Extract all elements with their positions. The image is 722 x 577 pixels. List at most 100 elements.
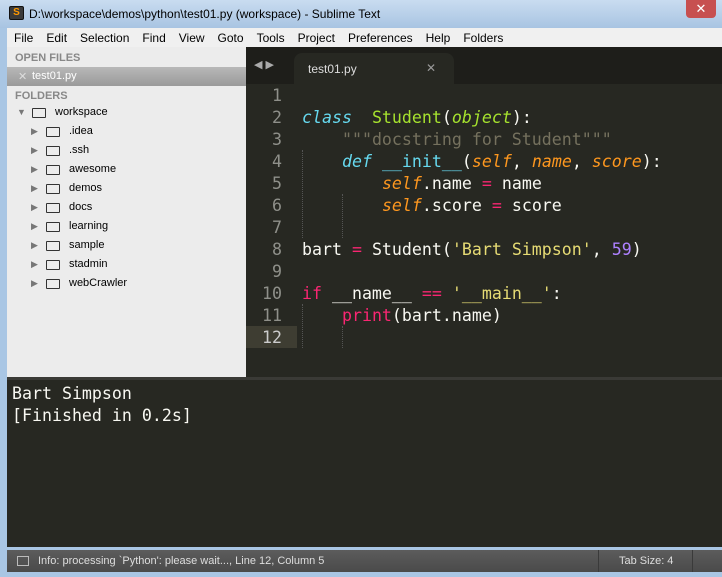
code-token: = xyxy=(351,240,362,259)
folder-item[interactable]: ▶ docs xyxy=(7,199,246,218)
output-line: [Finished in 0.2s] xyxy=(12,406,192,425)
folder-name: .idea xyxy=(69,125,93,137)
collapsed-arrow-icon[interactable]: ▶ xyxy=(31,278,38,289)
folder-name: demos xyxy=(69,182,103,194)
code-token: '__main__' xyxy=(451,284,552,303)
menu-help[interactable]: Help xyxy=(419,28,457,47)
folder-name: sample xyxy=(69,239,105,251)
folder-name: learning xyxy=(69,220,109,232)
collapsed-arrow-icon[interactable]: ▶ xyxy=(31,164,38,175)
expanded-arrow-icon[interactable]: ▼ xyxy=(17,107,26,117)
folder-name: docs xyxy=(69,201,93,213)
folder-item[interactable]: ▶ awesome xyxy=(7,161,246,180)
folder-icon xyxy=(46,184,60,194)
code-token: .name xyxy=(421,174,482,193)
menu-bar: File Edit Selection Find View Goto Tools Projec… xyxy=(7,28,722,47)
folder-item[interactable]: ▶ sample xyxy=(7,237,246,256)
code-token: == xyxy=(421,284,442,303)
code-token: __init__ xyxy=(381,152,462,171)
folder-item[interactable]: ▶ .idea xyxy=(7,123,246,142)
menu-tools[interactable]: Tools xyxy=(250,28,291,47)
collapsed-arrow-icon[interactable]: ▶ xyxy=(31,221,38,232)
collapsed-arrow-icon[interactable]: ▶ xyxy=(31,145,38,156)
folder-name: webCrawler xyxy=(69,277,128,289)
menu-folders[interactable]: Folders xyxy=(456,28,509,47)
folder-icon xyxy=(46,279,60,289)
collapsed-arrow-icon[interactable]: ▶ xyxy=(31,183,38,194)
tab-close-icon[interactable]: ✕ xyxy=(426,61,436,75)
code-token: ) xyxy=(631,240,642,259)
tab-size-selector[interactable]: Tab Size: 4 xyxy=(598,550,693,572)
code-line: class Student(object): xyxy=(302,107,532,129)
code-token: 'Bart Simpson' xyxy=(451,240,592,259)
code-token: , xyxy=(511,152,532,171)
menu-find[interactable]: Find xyxy=(135,28,171,47)
menu-project[interactable]: Project xyxy=(291,28,341,47)
line-number: 3 xyxy=(272,130,282,149)
line-number: 5 xyxy=(272,174,282,193)
folder-item[interactable]: ▶ stadmin xyxy=(7,256,246,275)
code-token: (bart.name) xyxy=(391,306,502,325)
line-number: 4 xyxy=(272,152,282,171)
code-token: bart xyxy=(302,240,352,259)
code-line: bart = Student('Bart Simpson', 59) xyxy=(302,239,642,261)
tab-test01[interactable]: test01.py ✕ xyxy=(294,53,454,84)
menu-file[interactable]: File xyxy=(7,28,39,47)
line-number: 8 xyxy=(272,240,282,259)
close-window-button[interactable]: ✕ xyxy=(686,0,716,18)
line-number: 1 xyxy=(272,86,282,105)
status-bar: Info: processing `Python': please wait..… xyxy=(7,550,722,572)
code-token: object xyxy=(451,108,512,127)
menu-selection[interactable]: Selection xyxy=(73,28,135,47)
menu-edit[interactable]: Edit xyxy=(39,28,73,47)
code-token: def xyxy=(341,152,372,171)
code-token: print xyxy=(341,306,392,325)
collapsed-arrow-icon[interactable]: ▶ xyxy=(31,126,38,137)
line-number: 6 xyxy=(272,196,282,215)
code-token: __name__ xyxy=(321,284,422,303)
window-title: D:\workspace\demos\python\test01.py (wor… xyxy=(29,7,381,21)
code-token: ): xyxy=(511,108,532,127)
panel-toggle-icon[interactable] xyxy=(17,556,29,566)
code-token: self xyxy=(381,174,422,193)
code-editor[interactable]: 1 2 class Student(object): 3 """docstring f… xyxy=(246,84,722,378)
tab-nav-arrows[interactable]: ◀ ▶ xyxy=(254,58,274,71)
code-token: """docstring for Student""" xyxy=(341,130,612,149)
code-token: 59 xyxy=(611,240,632,259)
code-line: def __init__(self, name, score): xyxy=(302,151,662,173)
indent-guide xyxy=(342,326,343,348)
menu-preferences[interactable]: Preferences xyxy=(341,28,419,47)
folder-item[interactable]: ▶ webCrawler xyxy=(7,275,246,294)
code-line: if __name__ == '__main__': xyxy=(302,283,562,305)
folder-item[interactable]: ▶ learning xyxy=(7,218,246,237)
line-number: 9 xyxy=(272,262,282,281)
collapsed-arrow-icon[interactable]: ▶ xyxy=(31,259,38,270)
status-info: Info: processing `Python': please wait..… xyxy=(38,555,325,567)
build-output-panel: Bart Simpson [Finished in 0.2s] xyxy=(7,380,722,547)
open-file-item[interactable]: ✕ test01.py xyxy=(7,67,246,86)
collapsed-arrow-icon[interactable]: ▶ xyxy=(31,240,38,251)
collapsed-arrow-icon[interactable]: ▶ xyxy=(31,202,38,213)
code-token: self xyxy=(381,196,422,215)
line-number: 12 xyxy=(262,328,282,347)
folder-icon xyxy=(46,260,60,270)
code-token: class xyxy=(302,108,352,127)
folder-icon xyxy=(46,222,60,232)
folder-item[interactable]: ▶ .ssh xyxy=(7,142,246,161)
folder-name: workspace xyxy=(55,106,108,118)
output-line: Bart Simpson xyxy=(12,384,132,403)
menu-goto[interactable]: Goto xyxy=(211,28,250,47)
code-token: ( xyxy=(461,152,472,171)
code-line: self.name = name xyxy=(302,173,542,195)
code-token: Student xyxy=(371,108,442,127)
close-file-icon[interactable]: ✕ xyxy=(18,70,27,83)
menu-view[interactable]: View xyxy=(172,28,211,47)
folder-workspace[interactable]: ▼ workspace xyxy=(7,104,246,123)
code-token: .score xyxy=(421,196,492,215)
folder-item[interactable]: ▶ demos xyxy=(7,180,246,199)
code-token: self xyxy=(471,152,512,171)
